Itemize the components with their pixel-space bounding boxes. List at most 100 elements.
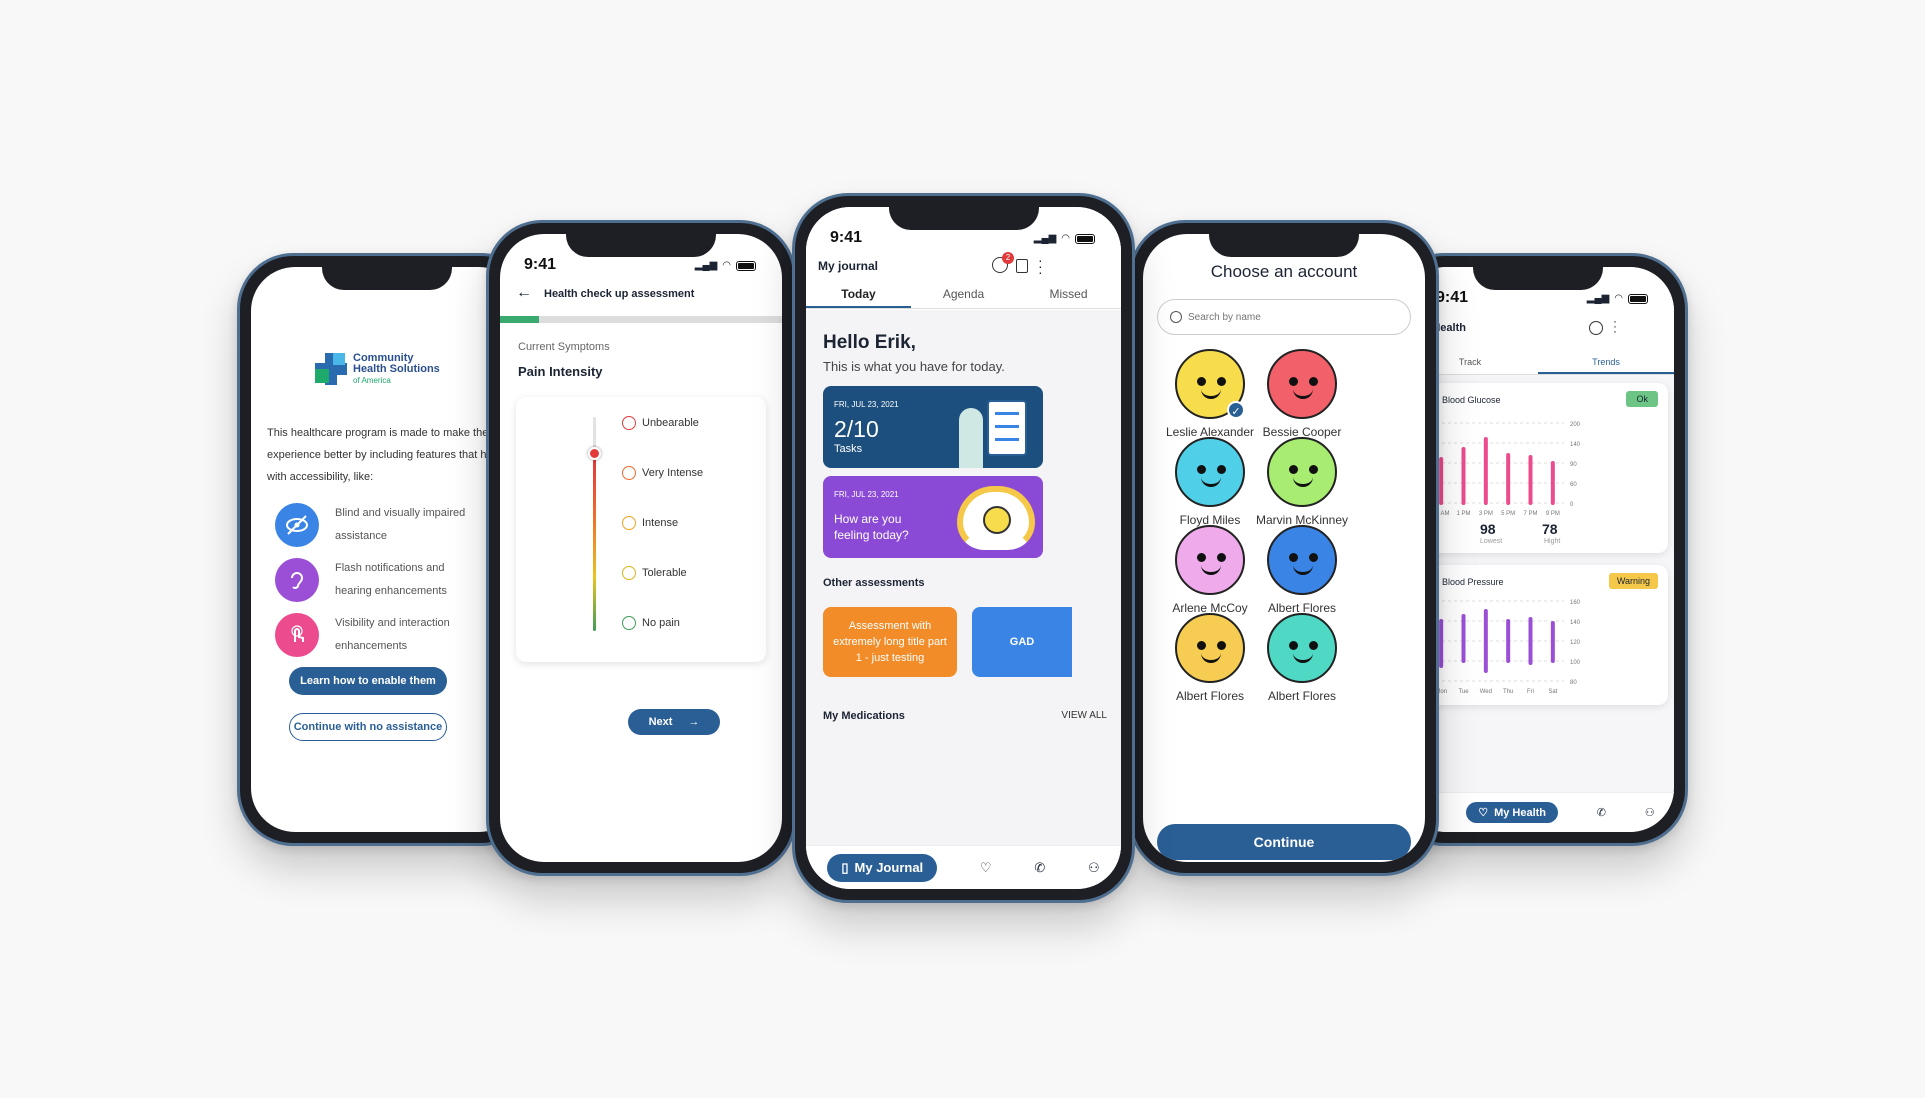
mood-card[interactable]: FRI, JUL 23, 2021 How are you feeling to… (823, 476, 1043, 558)
eye (1289, 641, 1298, 650)
y-tick-label: 140 (1570, 442, 1581, 448)
eye (1197, 465, 1206, 474)
tab-missed[interactable]: Missed (1016, 281, 1121, 308)
pain-level-label: No pain (642, 617, 680, 629)
nav-my-health[interactable]: ♡ My Health (1466, 802, 1559, 823)
phone-journal: 9:41 ▂▄▆ ◠ My journal 2 · · · Today Agenda … (792, 193, 1135, 903)
phone-icon[interactable]: ✆ (1597, 806, 1606, 819)
mouth (1293, 477, 1313, 487)
tab-today[interactable]: Today (806, 281, 911, 308)
avatar-face-icon (1175, 525, 1245, 595)
cross-logo-icon (315, 353, 347, 385)
status-bar: 9:41 ▂▄▆ ◠ (500, 256, 782, 280)
x-tick-label: 7 PM (1523, 511, 1537, 517)
arrow-right-icon: → (688, 716, 700, 728)
status-bar: 9:41 ▂▄▆ ◠ (806, 229, 1121, 253)
x-tick-label: 9 PM (1546, 511, 1560, 517)
feature-visual: Blind and visually impaired assistance (275, 502, 475, 548)
next-button[interactable]: Next → (628, 709, 720, 735)
mouth (1201, 477, 1221, 487)
clock: 9:41 (524, 256, 557, 273)
account-option[interactable]: Albert Flores (1247, 613, 1357, 703)
eye (1197, 377, 1206, 386)
sidebar-toggle-icon[interactable] (1016, 259, 1028, 273)
profile-icon[interactable]: ⚇ (1645, 806, 1655, 819)
pain-level-intense[interactable]: Intense (622, 516, 678, 530)
logo-line3: of America (353, 375, 391, 385)
journal-screen: 9:41 ▂▄▆ ◠ My journal 2 · · · Today Agenda … (806, 207, 1121, 889)
mouth (1293, 565, 1313, 575)
clipboard-illustration-icon (987, 400, 1027, 456)
assessment-card-gad[interactable]: GAD (972, 607, 1072, 677)
question-label: Pain Intensity (518, 364, 603, 379)
eye (1217, 465, 1226, 474)
back-arrow-icon[interactable]: ← (516, 284, 532, 302)
mouth (1201, 653, 1221, 663)
pain-level-label: Unbearable (642, 417, 699, 429)
x-tick-label: Wed (1480, 689, 1492, 695)
angry-face-icon (622, 416, 636, 430)
health-tabs: Track Trends (1402, 351, 1674, 375)
y-tick-label: 160 (1570, 600, 1581, 606)
pain-level-tolerable[interactable]: Tolerable (622, 566, 687, 580)
chat-icon[interactable] (1589, 321, 1603, 335)
avatar-face-icon: ✓ (1175, 349, 1245, 419)
notch (322, 256, 452, 290)
pain-level-unbearable[interactable]: Unbearable (622, 416, 699, 430)
logo: Community Health Solutions of America (313, 351, 440, 387)
y-tick-label: 100 (1570, 660, 1581, 666)
tasks-card[interactable]: FRI, JUL 23, 2021 2/10 Tasks (823, 386, 1043, 468)
system-icons: ▂▄▆ ◠ (695, 260, 756, 271)
account-name: Albert Flores (1267, 689, 1337, 703)
health-screen: 9:41 ▂▄▆ ◠ My Health · · · Track Trends Blo… (1402, 267, 1674, 832)
y-tick-label: 120 (1570, 640, 1581, 646)
nav-label: My Journal (854, 860, 924, 875)
heart-icon[interactable]: ♡ (980, 860, 992, 876)
account-option[interactable]: Bessie Cooper (1247, 349, 1357, 439)
nav-my-journal[interactable]: ▯ My Journal (827, 853, 938, 882)
selected-check-icon: ✓ (1227, 401, 1245, 419)
system-icons: ▂▄▆ ◠ (1587, 293, 1648, 304)
assessment-card[interactable]: Assessment with extremely long title par… (823, 607, 957, 677)
avatar-face-icon (1267, 437, 1337, 507)
status-badge: Warning (1608, 573, 1658, 589)
more-options-icon[interactable]: · · · (1613, 315, 1617, 337)
pressure-card[interactable]: Blood Pressure Warning 160 140 120 100 80 Mon… (1408, 565, 1668, 705)
eye (1289, 377, 1298, 386)
phone-icon[interactable]: ✆ (1034, 860, 1045, 876)
eye (1217, 641, 1226, 650)
accounts-screen: Choose an account ✓Leslie AlexanderBessi… (1143, 234, 1425, 862)
highest-label: Hight (1544, 538, 1561, 545)
tab-agenda[interactable]: Agenda (911, 281, 1016, 308)
logo-line1: Community (353, 351, 414, 364)
enable-accessibility-button[interactable]: Learn how to enable them (289, 667, 447, 695)
tab-trends[interactable]: Trends (1538, 351, 1674, 374)
profile-icon[interactable]: ⚇ (1088, 860, 1100, 876)
assessment-title: Assessment with extremely long title par… (833, 620, 947, 664)
nav-label: My Health (1494, 806, 1547, 819)
greeting: Hello Erik, (823, 332, 916, 353)
glucose-card[interactable]: Blood Glucose Ok 200 140 90 60 0 11 AM 1 PM 3 P… (1408, 383, 1668, 553)
continue-no-assistance-button[interactable]: Continue with no assistance (289, 713, 447, 741)
view-all-link[interactable]: VIEW ALL (1061, 710, 1107, 721)
sad-face-icon (622, 466, 636, 480)
highest-value: 78 (1542, 521, 1558, 537)
y-tick-label: 80 (1570, 680, 1577, 686)
x-tick-label: Thu (1503, 689, 1513, 695)
pressure-chart: 16014012010080Mon Tue Wed Thu Fri Sat (1430, 600, 1581, 695)
pain-level-very-intense[interactable]: Very Intense (622, 466, 703, 480)
other-assessments-heading: Other assessments (823, 577, 925, 589)
medications-heading: My Medications (823, 710, 905, 722)
more-options-icon[interactable]: · · · (1038, 253, 1043, 279)
card-title: Blood Pressure (1442, 577, 1504, 587)
book-icon: ▯ (841, 859, 849, 875)
lowest-value: 98 (1480, 521, 1496, 537)
pain-slider-thumb[interactable] (588, 447, 601, 460)
screen-title: Choose an account (1210, 262, 1358, 281)
pain-level-no-pain[interactable]: No pain (622, 616, 680, 630)
search-field[interactable] (1188, 311, 1338, 323)
account-option[interactable]: Marvin McKinney (1247, 437, 1357, 527)
search-input[interactable] (1157, 299, 1411, 335)
account-option[interactable]: Albert Flores (1247, 525, 1357, 615)
continue-button[interactable]: Continue (1157, 824, 1411, 860)
